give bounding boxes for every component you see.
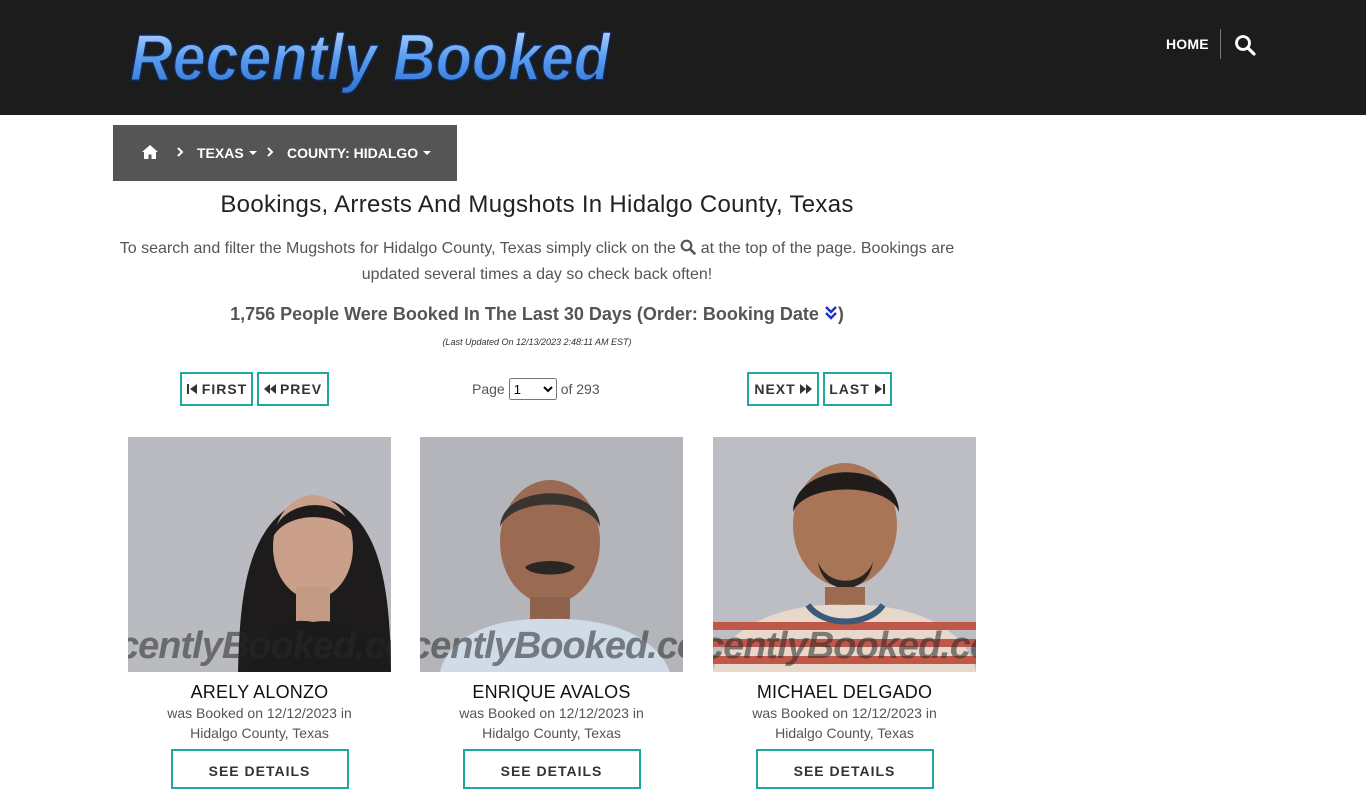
home-icon[interactable] — [141, 144, 159, 160]
intro-text: To search and filter the Mugshots for Hi… — [119, 239, 955, 283]
booking-card[interactable]: centlyBooked.co MICHAEL DELGADO was Book… — [713, 437, 976, 789]
person-name[interactable]: ENRIQUE AVALOS — [420, 682, 683, 703]
watermark: centlyBooked.co — [128, 625, 391, 667]
caret-down-icon — [423, 151, 432, 156]
page-select[interactable]: 1 — [508, 378, 557, 400]
page-selector: Page 1 of 293 — [472, 378, 600, 400]
page-title: Bookings, Arrests And Mugshots In Hidalg… — [220, 191, 854, 218]
nav-divider — [1220, 29, 1221, 59]
see-details-button[interactable]: SEE DETAILS — [170, 749, 349, 789]
nav-home-link[interactable]: HOME — [1166, 36, 1209, 52]
step-backward-icon — [186, 384, 197, 394]
mugshot-photo[interactable]: centlyBooked.co — [128, 437, 391, 672]
forward-icon — [799, 384, 812, 394]
mugshot-photo[interactable]: centlyBooked.co — [420, 437, 683, 672]
search-icon — [680, 239, 697, 255]
breadcrumb-state[interactable]: TEXAS — [197, 145, 257, 161]
last-updated: (Last Updated On 12/13/2023 2:48:11 AM E… — [442, 337, 632, 347]
booking-location: Hidalgo County, Texas — [482, 725, 621, 741]
step-forward-icon — [874, 384, 885, 394]
search-icon[interactable] — [1234, 34, 1256, 56]
site-header: Recently Booked HOME — [0, 0, 1366, 115]
see-details-button[interactable]: SEE DETAILS — [755, 749, 934, 789]
booking-date-text: was Booked on 12/12/2023 in — [752, 705, 937, 721]
person-name[interactable]: ARELY ALONZO — [128, 682, 391, 703]
breadcrumb: TEXAS COUNTY: HIDALGO — [113, 125, 457, 181]
site-logo[interactable]: Recently Booked — [126, 16, 616, 96]
see-details-button[interactable]: SEE DETAILS — [462, 749, 641, 789]
booking-location: Hidalgo County, Texas — [775, 725, 914, 741]
caret-down-icon — [248, 151, 257, 156]
breadcrumb-county[interactable]: COUNTY: HIDALGO — [287, 145, 432, 161]
booking-location: Hidalgo County, Texas — [190, 725, 329, 741]
booking-card[interactable]: centlyBooked.co ARELY ALONZO was Booked … — [128, 437, 391, 789]
first-page-button[interactable]: FIRST — [180, 372, 253, 406]
booking-date-text: was Booked on 12/12/2023 in — [167, 705, 352, 721]
watermark: centlyBooked.co — [713, 625, 976, 667]
logo-text: Recently Booked — [130, 20, 612, 94]
double-chevron-down-icon[interactable] — [824, 304, 838, 322]
booking-count: 1,756 People Were Booked In The Last 30 … — [230, 304, 844, 324]
backward-icon — [263, 384, 276, 394]
person-name[interactable]: MICHAEL DELGADO — [713, 682, 976, 703]
watermark: centlyBooked.co — [420, 625, 683, 667]
last-page-button[interactable]: LAST — [823, 372, 892, 406]
booking-card[interactable]: centlyBooked.co ENRIQUE AVALOS was Booke… — [420, 437, 683, 789]
mugshot-photo[interactable]: centlyBooked.co — [713, 437, 976, 672]
prev-page-button[interactable]: PREV — [257, 372, 329, 406]
booking-date-text: was Booked on 12/12/2023 in — [459, 705, 644, 721]
chevron-right-icon — [177, 147, 184, 157]
next-page-button[interactable]: NEXT — [747, 372, 819, 406]
chevron-right-icon — [267, 147, 274, 157]
